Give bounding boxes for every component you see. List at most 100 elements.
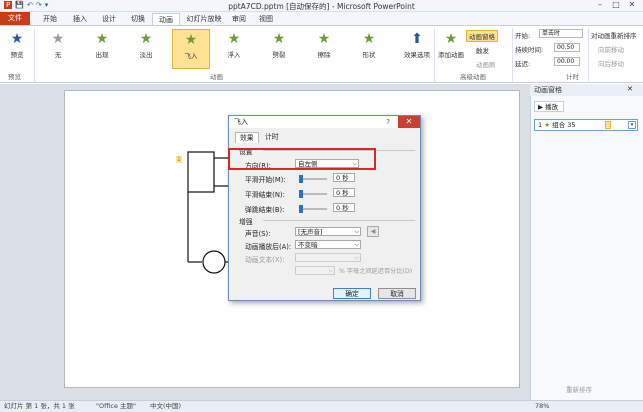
- ribbon-tabs: 文件 开始 插入 设计 切换 动画 幻灯片放映 审阅 视图: [0, 12, 643, 25]
- star-icon: ★: [544, 121, 551, 129]
- reorder-title: 对动画重新排序: [591, 32, 637, 40]
- group-animation-label: 动画: [210, 73, 223, 81]
- ok-button[interactable]: 确定: [333, 288, 371, 299]
- animation-list-item[interactable]: 1 ★ 组合 35 ▾: [534, 119, 638, 131]
- dialog-close-button[interactable]: ✕: [398, 116, 420, 128]
- star-icon: ★: [95, 31, 109, 47]
- trigger-button[interactable]: 触发: [476, 45, 489, 55]
- effect-label: 形状: [362, 51, 376, 59]
- effect-fade[interactable]: ★ 淡出: [132, 29, 160, 69]
- window-controls: – □ ✕: [592, 0, 640, 11]
- duration-label: 持续时间:: [515, 46, 544, 54]
- divider: [34, 28, 35, 82]
- slider-thumb[interactable]: [299, 175, 303, 183]
- animate-text-select[interactable]: ⌵: [295, 253, 361, 262]
- help-button[interactable]: ?: [386, 116, 390, 128]
- chevron-down-icon: ⌵: [354, 254, 359, 261]
- effect-label: 浮入: [227, 51, 241, 59]
- preview-button[interactable]: ★ 预览: [4, 29, 30, 69]
- effect-split[interactable]: ★ 劈裂: [265, 29, 293, 69]
- smooth-end-slider[interactable]: [299, 193, 327, 195]
- effect-shape[interactable]: ★ 形状: [355, 29, 383, 69]
- duration-input[interactable]: 00.50: [554, 43, 580, 52]
- cancel-button[interactable]: 取消: [378, 288, 416, 299]
- after-animation-label: 动画播放后(A):: [245, 243, 292, 251]
- close-window-button[interactable]: ✕: [624, 0, 640, 11]
- bounce-end-slider[interactable]: [299, 208, 327, 210]
- animation-painter-button[interactable]: 动画刷: [476, 59, 496, 69]
- add-animation-button[interactable]: ★ 添加动画: [436, 29, 466, 69]
- window-title: pptA7CD.pptm [自动保存的] - Microsoft PowerPo…: [228, 2, 415, 11]
- tab-view[interactable]: 视图: [255, 13, 277, 25]
- tab-timing[interactable]: 计时: [261, 132, 283, 143]
- sound-value: [无声音]: [298, 228, 323, 236]
- divider: [588, 28, 589, 82]
- effect-label: 淡出: [139, 51, 153, 59]
- up-arrow-icon: ⬆: [411, 31, 423, 47]
- chevron-down-icon: ⌵: [354, 241, 359, 248]
- star-icon: ★: [362, 31, 376, 47]
- effect-label: 擦除: [317, 51, 331, 59]
- move-earlier-button[interactable]: 向前移动: [598, 44, 624, 54]
- preview-label: 预览: [10, 51, 24, 59]
- text-delay-input[interactable]: ⌵: [295, 266, 335, 275]
- star-icon: ★: [227, 31, 241, 47]
- effect-float-in[interactable]: ★ 浮入: [220, 29, 248, 69]
- slide-count: 幻灯片 第 1 张，共 1 张: [4, 402, 75, 410]
- effect-label: 飞入: [184, 52, 198, 60]
- tab-slideshow[interactable]: 幻灯片放映: [184, 13, 224, 25]
- move-later-button[interactable]: 向后移动: [598, 58, 624, 68]
- sound-select[interactable]: [无声音] ⌵: [295, 227, 361, 236]
- tab-insert[interactable]: 插入: [68, 13, 92, 25]
- bounce-end-input[interactable]: 0 秒: [333, 203, 355, 212]
- preview-star-icon: ★: [10, 31, 24, 47]
- delay-input[interactable]: 00.00: [554, 57, 580, 66]
- maximize-button[interactable]: □: [608, 0, 624, 11]
- reorder-label: 重新排序: [566, 386, 592, 394]
- start-select[interactable]: 单击时: [539, 29, 583, 38]
- effect-options-label: 效果选项: [404, 51, 430, 59]
- star-icon: ★: [317, 31, 331, 47]
- star-icon: ★: [272, 31, 286, 47]
- status-bar: 幻灯片 第 1 张，共 1 张 "Office 主题" 中文(中国) 78%: [0, 400, 643, 412]
- animation-pane-button[interactable]: 动画窗格: [466, 30, 498, 42]
- close-icon[interactable]: ✕: [627, 85, 633, 93]
- section-enhance: 增强: [239, 218, 253, 226]
- bounce-end-label: 弹跳结束(B):: [245, 206, 285, 214]
- tab-file[interactable]: 文件: [0, 12, 30, 25]
- group-timing-label: 计时: [566, 73, 579, 81]
- tab-animations[interactable]: 动画: [152, 13, 180, 25]
- effect-label: 劈裂: [272, 51, 286, 59]
- smooth-start-input[interactable]: 0 秒: [333, 173, 355, 182]
- effect-options-button[interactable]: ⬆ 效果选项: [402, 29, 432, 69]
- play-button[interactable]: ▶ 播放: [534, 101, 564, 112]
- star-icon: ★: [139, 31, 153, 47]
- slider-thumb[interactable]: [299, 205, 303, 213]
- effect-fly-in[interactable]: ★ 飞入: [172, 29, 210, 69]
- slider-thumb[interactable]: [299, 190, 303, 198]
- tab-transitions[interactable]: 切换: [126, 13, 150, 25]
- play-label: 播放: [545, 103, 559, 111]
- add-animation-label: 添加动画: [438, 51, 464, 59]
- effect-appear[interactable]: ★ 出现: [88, 29, 116, 69]
- effect-label: 出现: [95, 51, 109, 59]
- animation-pane: [530, 84, 643, 400]
- sound-volume-icon[interactable]: ◀: [367, 226, 379, 237]
- smooth-start-slider[interactable]: [299, 178, 327, 180]
- smooth-end-input[interactable]: 0 秒: [333, 188, 355, 197]
- tab-review[interactable]: 审阅: [228, 13, 250, 25]
- sound-label: 声音(S):: [245, 230, 271, 238]
- language: 中文(中国): [150, 402, 182, 410]
- tab-effect[interactable]: 效果: [235, 132, 259, 143]
- start-label: 开始:: [515, 32, 531, 40]
- tab-design[interactable]: 设计: [97, 13, 121, 25]
- minimize-button[interactable]: –: [592, 0, 608, 11]
- effect-wipe[interactable]: ★ 擦除: [310, 29, 338, 69]
- divider: [512, 28, 513, 82]
- chevron-down-icon[interactable]: ▾: [628, 121, 636, 129]
- after-animation-select[interactable]: 不变暗 ⌵: [295, 240, 361, 249]
- tab-home[interactable]: 开始: [38, 13, 62, 25]
- timing-bar: [605, 121, 611, 129]
- effect-none[interactable]: ★ 无: [44, 29, 72, 69]
- effect-label: 无: [54, 51, 62, 59]
